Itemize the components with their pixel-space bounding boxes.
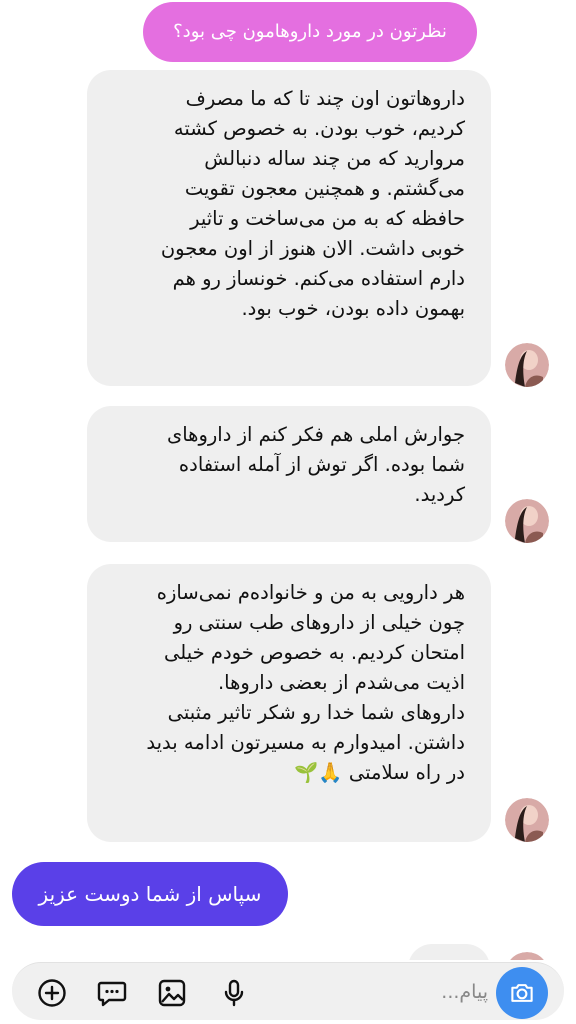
message-composer[interactable]: پیام... (12, 962, 564, 1020)
message-line: هر دارویی به من و خانواده‌م نمی‌سازه (156, 581, 465, 604)
camera-icon (511, 984, 533, 1002)
message-line: داشتن. امیدوارم به مسیرتون ادامه بدید (146, 731, 465, 754)
message-line: داروهای شما خدا رو شکر تاثیر مثبتی (167, 701, 465, 724)
message-line: مروارید که من چند ساله دنبالش (204, 147, 465, 170)
message-line: دارم استفاده می‌کنم. خونساز رو هم (172, 267, 465, 290)
message-line: چون خیلی از داروهای طب سنتی رو (173, 611, 465, 634)
message-line: کردیم، خوب بودن. به خصوص کشته (173, 117, 465, 140)
message-line: بهمون داده بودن، خوب بود. (241, 297, 465, 320)
sender-avatar[interactable] (505, 499, 549, 543)
message-input[interactable]: پیام... (392, 975, 488, 1009)
message-line: کردید. (414, 483, 465, 506)
plus-circle-icon (38, 979, 66, 1007)
message-line: شما بوده. اگر توش از آمله استفاده (178, 453, 465, 476)
sent-message-question[interactable]: نظرتون در مورد داروهامون چی بود؟ (143, 2, 477, 62)
add-button[interactable] (34, 975, 70, 1011)
message-line: حافظه که به من می‌ساخت و تاثیر (190, 207, 465, 230)
received-message-2[interactable]: جوارش املی هم فکر کنم از داروهای شما بود… (87, 406, 491, 542)
message-line: جوارش املی هم فکر کنم از داروهای (166, 423, 465, 446)
gallery-button[interactable] (154, 975, 190, 1011)
message-line: در راه سلامتی 🙏🌱 (294, 761, 465, 784)
sticker-button[interactable] (94, 975, 130, 1011)
received-message-3[interactable]: هر دارویی به من و خانواده‌م نمی‌سازه چون… (87, 564, 491, 842)
message-line: امتحان کردیم. به خصوص خودم خیلی (164, 641, 465, 664)
image-icon (158, 979, 186, 1007)
partial-message-bubble (408, 944, 490, 960)
sender-avatar[interactable] (505, 952, 549, 960)
message-thread[interactable]: نظرتون در مورد داروهامون چی بود؟ داروهات… (0, 0, 576, 960)
message-line: اذیت می‌شدم از بعضی داروها. (217, 671, 465, 694)
microphone-button[interactable] (216, 975, 252, 1011)
received-message-1[interactable]: داروهاتون اون چند تا که ما مصرف کردیم، خ… (87, 70, 491, 386)
microphone-icon (224, 979, 244, 1007)
sender-avatar[interactable] (505, 798, 549, 842)
message-line: داروهاتون اون چند تا که ما مصرف (185, 87, 465, 110)
message-line: خوبی داشت. الان هنوز از اون معجون (160, 237, 465, 260)
sender-avatar[interactable] (505, 343, 549, 387)
message-line: می‌گشتم. و همچنین معجون تقویت (184, 177, 465, 200)
sent-message-thanks[interactable]: سپاس از شما دوست عزیز (12, 862, 288, 926)
camera-button[interactable] (496, 967, 548, 1019)
chat-bubble-icon (97, 981, 127, 1007)
